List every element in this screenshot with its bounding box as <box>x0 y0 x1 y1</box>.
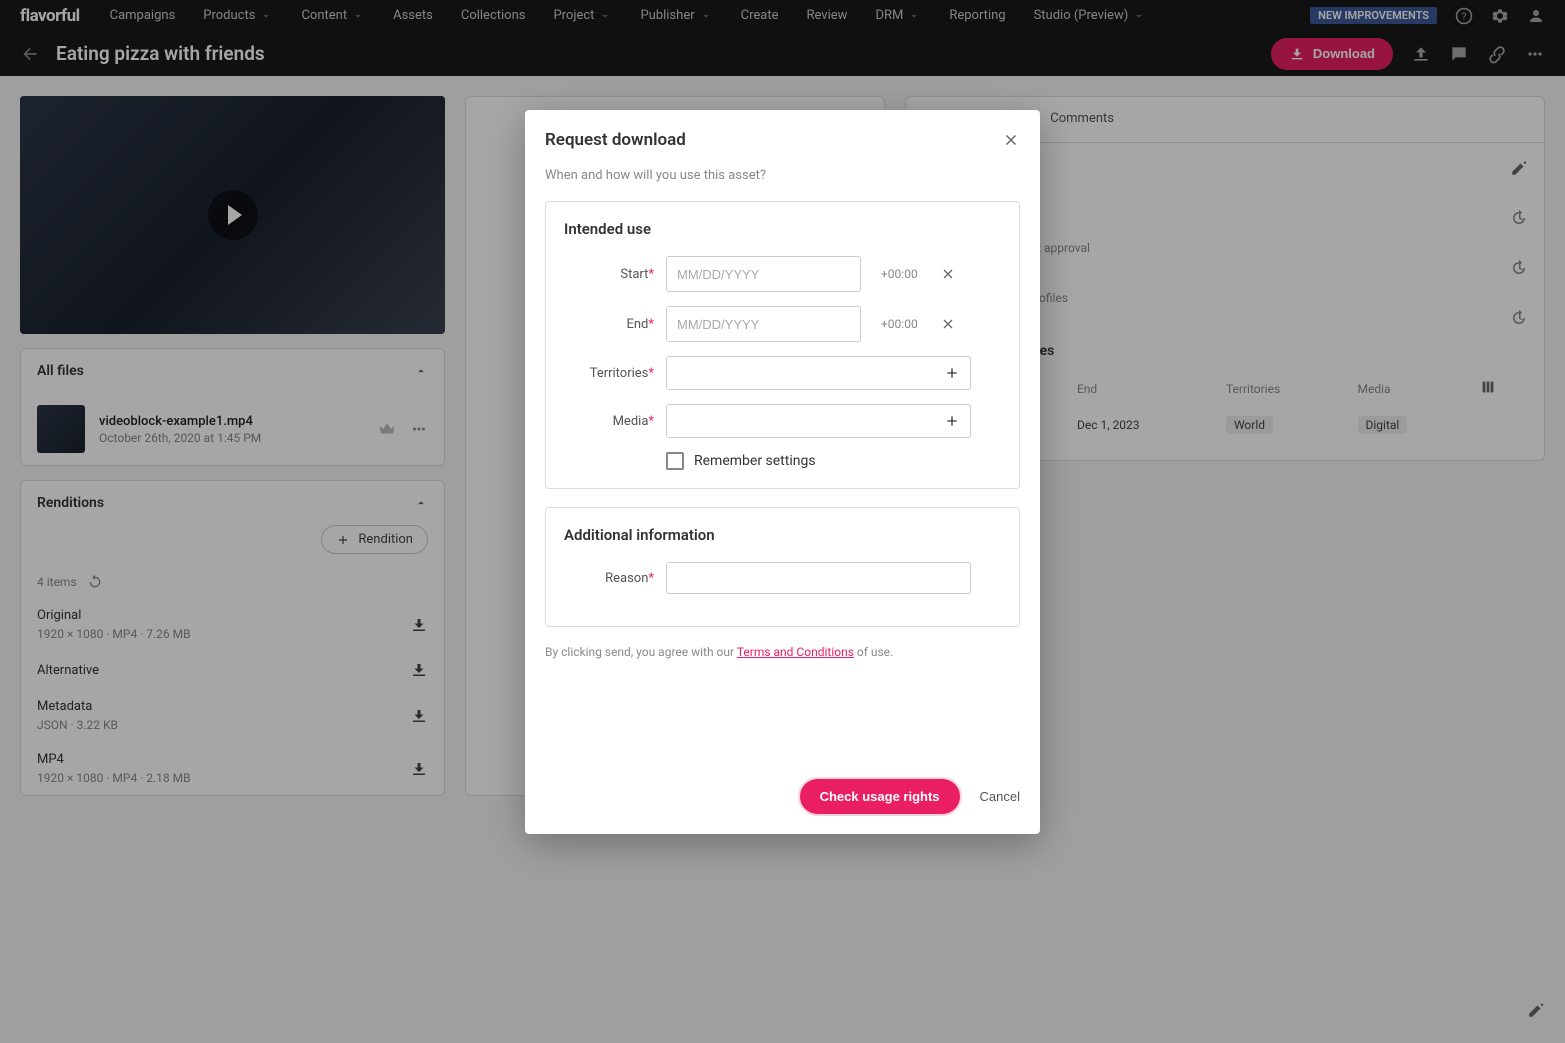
media-input[interactable] <box>666 404 971 438</box>
reason-input[interactable] <box>666 562 971 594</box>
terms-text: By clicking send, you agree with our Ter… <box>545 645 1020 679</box>
modal-overlay: Request download When and how will you u… <box>0 0 1565 1043</box>
clear-icon[interactable] <box>940 266 956 282</box>
remember-label: Remember settings <box>694 453 816 469</box>
plus-icon[interactable] <box>944 413 960 429</box>
plus-icon[interactable] <box>944 365 960 381</box>
section-title: Intended use <box>564 220 1001 238</box>
modal-title: Request download <box>545 130 686 150</box>
end-date-input[interactable] <box>666 306 861 342</box>
close-icon[interactable] <box>1002 131 1020 149</box>
cancel-button[interactable]: Cancel <box>980 789 1020 804</box>
request-download-modal: Request download When and how will you u… <box>525 110 1040 834</box>
terms-link[interactable]: Terms and Conditions <box>737 645 854 659</box>
remember-checkbox[interactable] <box>666 452 684 470</box>
intended-use-section: Intended use Start* +00:00 End* <box>545 201 1020 489</box>
clear-icon[interactable] <box>940 316 956 332</box>
section-title: Additional information <box>564 526 1001 544</box>
check-usage-rights-button[interactable]: Check usage rights <box>800 779 960 814</box>
timezone-label: +00:00 <box>881 267 918 281</box>
territories-input[interactable] <box>666 356 971 390</box>
start-date-input[interactable] <box>666 256 861 292</box>
additional-info-section: Additional information Reason* <box>545 507 1020 627</box>
timezone-label: +00:00 <box>881 317 918 331</box>
modal-subtitle: When and how will you use this asset? <box>525 160 1040 201</box>
